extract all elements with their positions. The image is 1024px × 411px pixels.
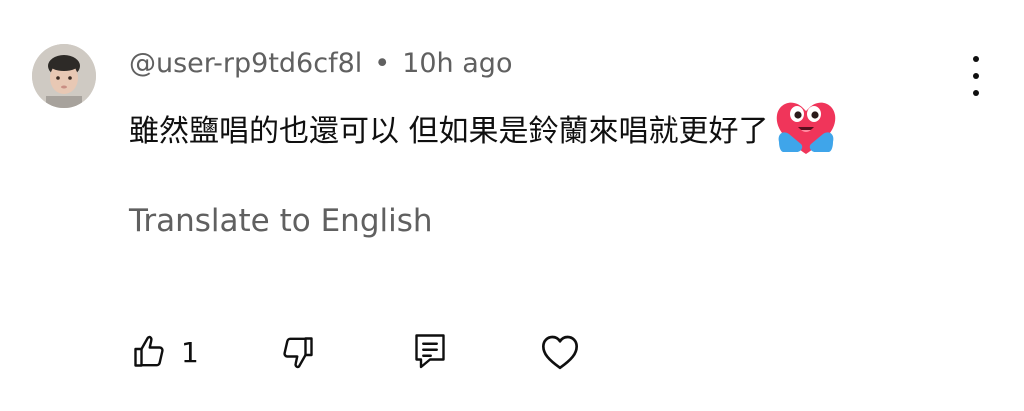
dislike-button[interactable] [280, 330, 316, 374]
reply-button[interactable] [412, 330, 448, 374]
more-vertical-icon [973, 56, 979, 62]
comment-timestamp[interactable]: 10h ago [402, 48, 512, 79]
comment-header: @user-rp9td6cf8l • 10h ago [129, 46, 512, 80]
heart-outline-icon [542, 335, 578, 370]
comment-actions: 1 [0, 330, 1024, 374]
like-button[interactable]: 1 [131, 330, 199, 374]
avatar-image [32, 44, 96, 108]
translate-link[interactable]: Translate to English [129, 201, 433, 241]
comment-body: 雖然鹽唱的也還可以 但如果是鈴蘭來唱就更好了 [129, 96, 841, 160]
comment-text: 雖然鹽唱的也還可以 但如果是鈴蘭來唱就更好了 [129, 114, 769, 149]
more-options-button[interactable] [958, 56, 994, 96]
hugging-heart-emoji [776, 102, 835, 154]
heart-button[interactable] [540, 330, 580, 374]
avatar[interactable] [32, 44, 96, 108]
thumbs-up-icon [134, 335, 164, 367]
author-handle[interactable]: @user-rp9td6cf8l [129, 48, 362, 79]
meta-separator: • [374, 47, 391, 79]
reply-comment-icon [415, 334, 445, 369]
like-count: 1 [181, 335, 199, 369]
thumbs-down-icon [283, 337, 313, 369]
